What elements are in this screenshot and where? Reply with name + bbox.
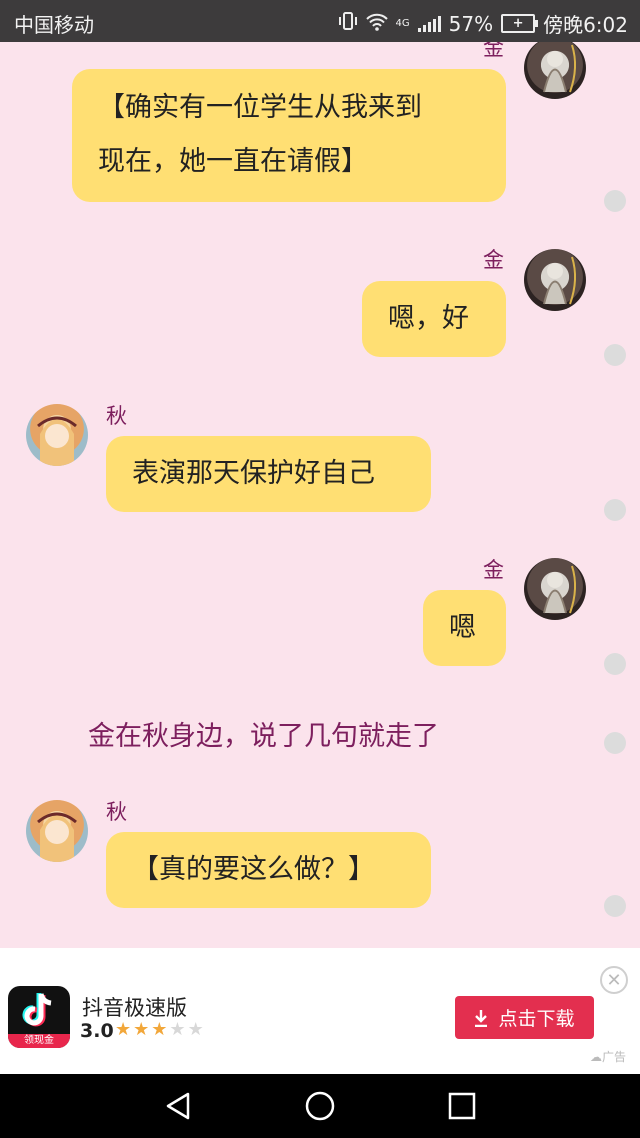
app-icon[interactable]: 领现金 (8, 986, 70, 1048)
recents-icon[interactable] (444, 1088, 480, 1124)
status-dot (604, 653, 626, 675)
star-icon: ★ (133, 1019, 152, 1040)
status-dot (604, 190, 626, 212)
status-dot (604, 732, 626, 754)
music-note-icon (22, 993, 52, 1027)
star-icon: ★ (169, 1019, 188, 1040)
icon-tag: 领现金 (8, 1034, 70, 1048)
sender-name: 金 (483, 42, 504, 60)
message-line: 【真的要这么做？】 (132, 854, 375, 885)
star-icon: ★ (187, 1019, 206, 1040)
sender-name: 金 (483, 558, 504, 582)
clock: 傍晚6:02 (543, 13, 628, 37)
narration-text: 金在秋身边，说了几句就走了 (88, 721, 439, 752)
message-bubble[interactable]: 【真的要这么做？】 (106, 832, 431, 908)
status-dot (604, 895, 626, 917)
message-line: 表演那天保护好自己 (132, 458, 375, 489)
message-line: 嗯 (449, 612, 476, 643)
carrier-label: 中国移动 (14, 13, 94, 37)
battery-icon: + (501, 14, 539, 33)
signal-icon (417, 15, 441, 32)
network-type: 4G (395, 18, 410, 29)
avatar[interactable] (524, 42, 586, 99)
message-line: 现在，她一直在请假】 (98, 146, 368, 177)
wifi-icon (365, 12, 388, 36)
star-icon: ★ (115, 1019, 134, 1040)
rating-value: 3.0 (80, 1020, 114, 1042)
avatar[interactable] (524, 249, 586, 311)
ad-label: ☁广告 (590, 1050, 627, 1064)
star-icon: ★ (151, 1019, 170, 1040)
status-icons: 4G 57% + 傍晚6:02 (338, 9, 628, 38)
status-bar: 中国移动 4G 57% + 傍晚6:02 (0, 0, 640, 42)
app-name: 抖音极速版 (82, 996, 187, 1020)
ad-banner[interactable]: 领现金 抖音极速版 3.0 ★★★★★ 点击下载 ✕ ☁广告 (0, 948, 640, 1074)
message-bubble[interactable]: 表演那天保护好自己 (106, 436, 431, 512)
rating-stars: ★★★★★ (115, 1019, 206, 1040)
avatar[interactable] (26, 800, 88, 862)
navigation-bar (0, 1074, 640, 1138)
status-dot (604, 499, 626, 521)
download-label: 点击下载 (498, 1008, 575, 1030)
status-dot (604, 344, 626, 366)
avatar[interactable] (524, 558, 586, 620)
battery-percent: 57% (448, 11, 494, 36)
home-icon[interactable] (302, 1088, 338, 1124)
vibrate-icon (338, 11, 358, 36)
message-line: 嗯，好 (388, 303, 469, 334)
avatar[interactable] (26, 404, 88, 466)
message-line: 【确实有一位学生从我来到 (98, 92, 422, 123)
sender-name: 秋 (106, 404, 127, 428)
message-bubble[interactable]: 【确实有一位学生从我来到 现在，她一直在请假】 (72, 69, 506, 202)
message-bubble[interactable]: 嗯，好 (362, 281, 506, 357)
sender-name: 金 (483, 248, 504, 272)
back-icon[interactable] (160, 1088, 196, 1124)
message-bubble[interactable]: 嗯 (423, 590, 506, 666)
sender-name: 秋 (106, 800, 127, 824)
download-button[interactable]: 点击下载 (455, 996, 594, 1039)
download-icon (475, 1009, 488, 1027)
chat-area[interactable]: 金 【确实有一位学生从我来到 现在，她一直在请假】 金 嗯，好 秋 表演那天保护… (0, 42, 640, 948)
close-ad-icon[interactable]: ✕ (600, 966, 628, 994)
